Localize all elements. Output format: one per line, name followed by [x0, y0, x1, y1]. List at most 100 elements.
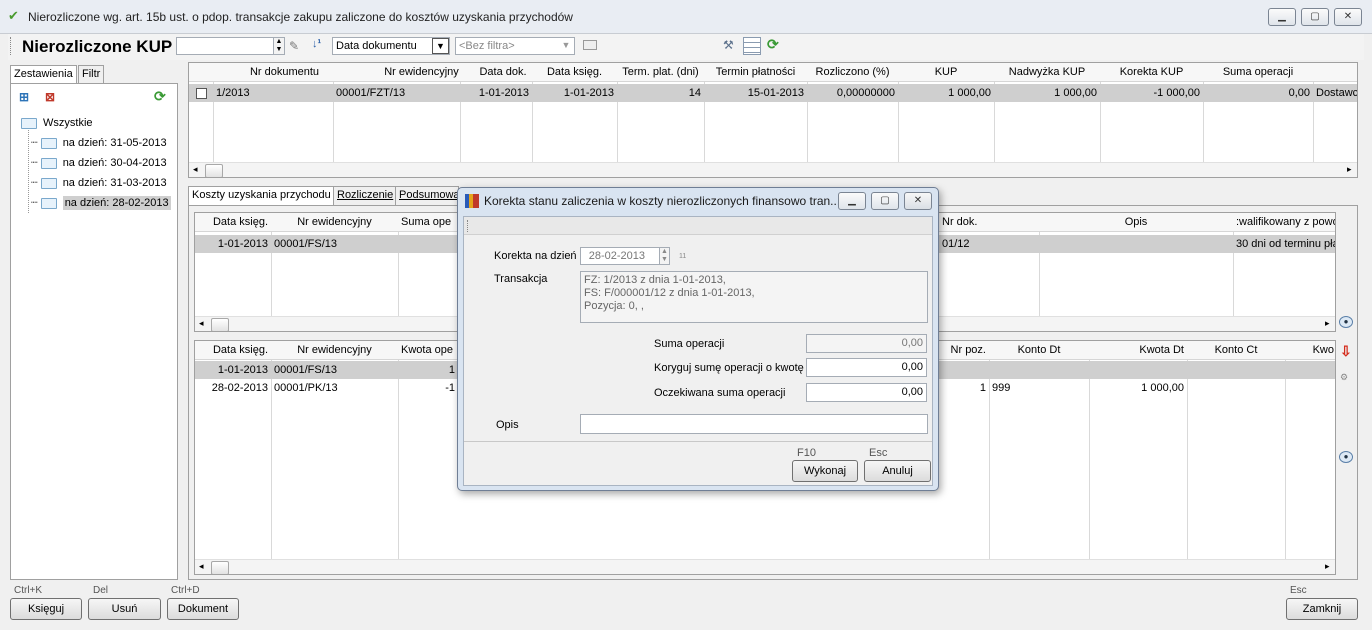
column-header[interactable]: Opis — [1039, 213, 1233, 231]
sort-icon[interactable]: ↓¹ — [312, 38, 321, 50]
scrollbar-thumb[interactable] — [205, 164, 223, 177]
ksieguj-button[interactable]: Księguj — [10, 598, 82, 620]
top-grid-header: Nr dokumentu Nr ewidencyjny Data dok. Da… — [189, 63, 1357, 82]
column-header[interactable]: :walifikowany z powo — [1233, 213, 1335, 231]
row-checkbox[interactable] — [196, 88, 207, 99]
tree-item-31-05[interactable]: ┈ na dzień: 31-05-2013 — [29, 134, 169, 152]
column-header[interactable]: Data księg. — [532, 63, 617, 81]
chevron-down-icon[interactable]: ▼ — [558, 38, 574, 54]
column-header[interactable]: Nr poz. — [939, 341, 989, 359]
refresh-icon[interactable]: ⟳ — [154, 88, 166, 105]
korekta-date-input[interactable]: 28-02-2013 — [580, 247, 660, 265]
wykonaj-button[interactable]: Wykonaj — [792, 460, 858, 482]
column-header[interactable]: Data księg. — [195, 213, 271, 231]
column-header[interactable]: Data księg. — [195, 341, 271, 359]
shortcut-dokument: Ctrl+D — [171, 585, 200, 596]
horizontal-scrollbar[interactable]: ◂ ▸ — [189, 162, 1357, 177]
transakcja-textarea[interactable]: FZ: 1/2013 z dnia 1-01-2013, FS: F/00000… — [580, 271, 928, 323]
page-heading: Nierozliczone KUP — [22, 37, 173, 56]
maximize-button[interactable]: ▢ — [1301, 8, 1329, 26]
tree-item-30-04[interactable]: ┈ na dzień: 30-04-2013 — [29, 154, 169, 172]
scrollbar-thumb[interactable] — [211, 561, 229, 574]
dialog-title: Korekta stanu zaliczenia w koszty nieroz… — [484, 194, 841, 208]
delete-item-icon[interactable]: ⊠ — [45, 90, 55, 104]
cell-data-ksieg: 28-02-2013 — [211, 382, 268, 394]
tools-icon[interactable]: ⚒ — [723, 38, 734, 52]
window-titlebar: ✔ Nierozliczone wg. art. 15b ust. o pdop… — [0, 0, 1372, 34]
tab-rozliczenie[interactable]: Rozliczenie — [333, 186, 398, 206]
eye-icon[interactable]: ● — [1339, 316, 1353, 328]
column-header[interactable]: KUP — [898, 63, 994, 81]
window-title: Nierozliczone wg. art. 15b ust. o pdop. … — [28, 10, 573, 24]
tree-item-31-03[interactable]: ┈ na dzień: 31-03-2013 — [29, 174, 169, 192]
column-header[interactable]: Kwo — [1285, 341, 1335, 359]
scrollbar-thumb[interactable] — [211, 318, 229, 331]
column-header[interactable]: Kwota Dt — [1089, 341, 1187, 359]
folder-icon — [21, 117, 37, 129]
minimize-button[interactable]: ▁ — [1268, 8, 1296, 26]
scroll-left-icon[interactable]: ◂ — [199, 318, 204, 329]
column-header[interactable]: Korekta KUP — [1100, 63, 1203, 81]
column-header[interactable]: Konto Dt — [989, 341, 1089, 359]
dialog-divider — [464, 441, 932, 442]
folder-icon — [40, 197, 57, 209]
date-spinner[interactable]: ▲ ▼ — [659, 247, 670, 265]
column-header[interactable]: Nr dokumentu — [213, 63, 356, 81]
column-header[interactable]: Suma operacji — [1203, 63, 1313, 81]
tree-item-28-02[interactable]: ┈ na dzień: 28-02-2013 — [29, 194, 173, 212]
horizontal-scrollbar[interactable]: ◂ ▸ — [195, 559, 1335, 574]
column-header[interactable]: Suma ope — [398, 213, 458, 231]
shortcut-usun: Del — [93, 585, 109, 596]
zamknij-button[interactable]: Zamknij — [1286, 598, 1358, 620]
dialog-maximize-button[interactable]: ▢ — [871, 192, 899, 210]
search-spinner[interactable]: ▲ ▼ — [273, 37, 285, 55]
scroll-right-icon[interactable]: ▸ — [1325, 318, 1330, 329]
scroll-right-icon[interactable]: ▸ — [1347, 164, 1352, 175]
scroll-left-icon[interactable]: ◂ — [193, 164, 198, 175]
column-header[interactable]: Term. plat. (dni) — [617, 63, 704, 81]
column-header[interactable]: Nr dok. — [939, 213, 1039, 231]
column-header[interactable]: Nr ewidencyjny — [271, 213, 398, 231]
grid-layout-icon[interactable] — [743, 37, 761, 55]
dialog-close-button[interactable]: ✕ — [904, 192, 932, 210]
cell-opis — [1039, 235, 1233, 253]
folder-icon[interactable] — [583, 40, 597, 50]
column-header[interactable]: Termin płatności — [704, 63, 807, 81]
dialog-minimize-button[interactable]: ▁ — [838, 192, 866, 210]
tab-filtr[interactable]: Filtr — [78, 65, 105, 84]
tree-root[interactable]: Wszystkie — [19, 114, 95, 132]
anuluj-button[interactable]: Anuluj — [864, 460, 931, 482]
eye-icon[interactable]: ● — [1339, 451, 1353, 463]
oczekiwana-input[interactable]: 0,00 — [806, 383, 927, 402]
opis-input[interactable] — [580, 414, 928, 434]
refresh-icon[interactable]: ⟳ — [767, 36, 779, 53]
column-header[interactable]: Nr ewidencyjny — [271, 341, 398, 359]
cell-nr-dokumentu: 1/2013 — [216, 87, 250, 99]
koryguj-input[interactable]: 0,00 — [806, 358, 927, 377]
add-item-icon[interactable]: ⊞ — [19, 90, 29, 104]
dokument-button[interactable]: Dokument — [167, 598, 239, 620]
pencil-icon[interactable]: ✎ — [289, 39, 299, 53]
folder-icon — [40, 177, 57, 189]
chevron-down-icon[interactable]: ▼ — [432, 38, 449, 54]
dialog-body: Korekta na dzień 28-02-2013 ▲ ▼ 11 Transa… — [463, 216, 933, 486]
column-header[interactable]: Nadwyżka KUP — [994, 63, 1100, 81]
column-header[interactable]: Rozliczono (%) — [807, 63, 898, 81]
scroll-right-icon[interactable]: ▸ — [1325, 561, 1330, 572]
column-header[interactable]: Kwota ope — [398, 341, 458, 359]
scroll-left-icon[interactable]: ◂ — [199, 561, 204, 572]
table-row[interactable]: 1/2013 00001/FZT/13 1-01-2013 1-01-2013 … — [189, 84, 1357, 102]
close-button[interactable]: ✕ — [1334, 8, 1362, 26]
small-gear-icon[interactable]: ⚙ — [1340, 372, 1348, 383]
koryguj-label: Koryguj sumę operacji o kwotę — [654, 362, 804, 374]
cell-nr-ewidencyjny: 00001/PK/13 — [274, 382, 338, 394]
cell-data-ksieg: 1-01-2013 — [563, 87, 614, 99]
column-header[interactable]: Konto Ct — [1187, 341, 1285, 359]
arrow-down-icon[interactable]: ⇩ — [1340, 343, 1352, 360]
usun-button[interactable]: Usuń — [88, 598, 161, 620]
search-input[interactable] — [176, 37, 274, 55]
tab-koszty[interactable]: Koszty uzyskania przychodu — [188, 186, 335, 206]
tab-podsumowanie[interactable]: Podsumowa — [395, 186, 459, 206]
tab-zestawienia[interactable]: Zestawienia — [10, 65, 77, 84]
filter-select[interactable]: <Bez filtra> — [455, 37, 575, 55]
